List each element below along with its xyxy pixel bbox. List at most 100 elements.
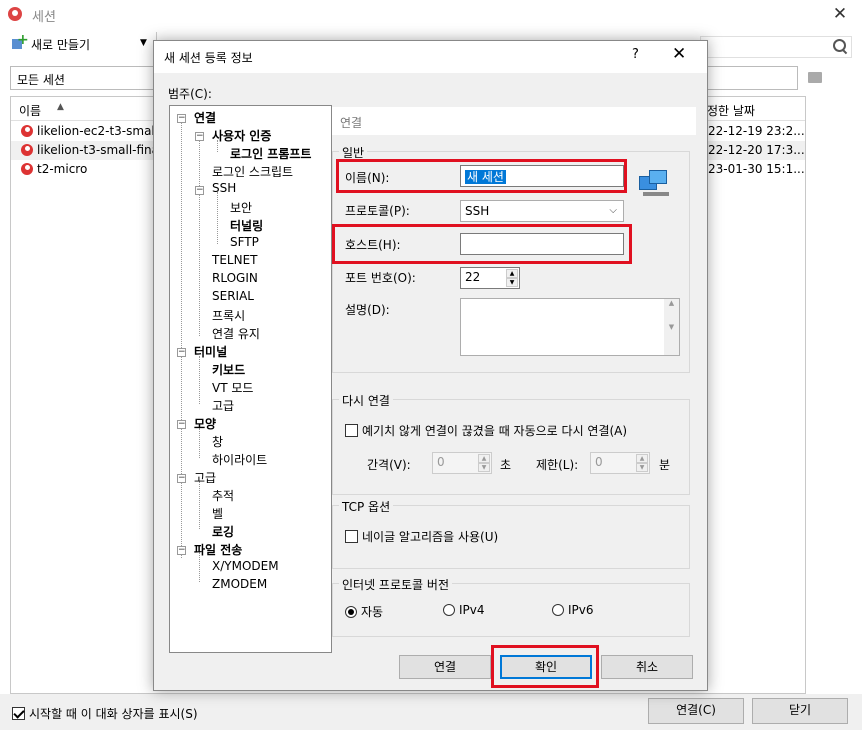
port-value: 22: [465, 270, 481, 284]
protocol-value: SSH: [465, 204, 490, 218]
help-icon[interactable]: ?: [632, 47, 639, 62]
new-dropdown-chevron-icon[interactable]: ▼: [140, 38, 147, 48]
tree-item-ssh[interactable]: SSH: [212, 181, 236, 195]
tree-item-highlight[interactable]: 하이라이트: [212, 451, 267, 468]
tree-item-security[interactable]: 보안: [230, 199, 252, 216]
auto-reconnect-label: 예기치 않게 연결이 끊겼을 때 자동으로 다시 연결(A): [362, 424, 628, 438]
tree-item-tunneling[interactable]: 터널링: [230, 217, 263, 234]
tree-item-file-transfer[interactable]: 파일 전송: [194, 541, 242, 558]
tree-item-vt-mode[interactable]: VT 모드: [212, 379, 253, 396]
collapse-icon[interactable]: −: [177, 114, 186, 123]
session-name: likelion-t3-small-finall: [37, 143, 166, 157]
collapse-icon[interactable]: −: [195, 186, 204, 195]
tree-item-xymodem[interactable]: X/YMODEM: [212, 559, 279, 573]
radio-selected-icon[interactable]: [345, 605, 357, 618]
tree-item-appearance[interactable]: 모양: [194, 415, 216, 432]
limit-down-icon[interactable]: ▼: [636, 463, 648, 472]
collapse-icon[interactable]: −: [177, 348, 186, 357]
tree-item-zmodem[interactable]: ZMODEM: [212, 577, 267, 591]
new-session-icon: [12, 32, 29, 51]
description-label: 설명(D):: [345, 303, 390, 317]
session-icon: [21, 163, 33, 175]
tree-item-window[interactable]: 창: [212, 433, 223, 450]
port-up-icon[interactable]: ▲: [506, 269, 518, 278]
limit-up-icon[interactable]: ▲: [636, 454, 648, 463]
session-date: 22-12-20 17:3...: [708, 143, 805, 157]
show-on-startup-checkbox[interactable]: 시작할 때 이 대화 상자를 표시(S): [12, 705, 198, 722]
ip-auto-label: 자동: [361, 605, 384, 619]
tree-item-sftp[interactable]: SFTP: [230, 235, 259, 249]
tree-item-bell[interactable]: 벨: [212, 505, 223, 522]
protocol-label: 프로토콜(P):: [345, 204, 410, 218]
tree-item-connection[interactable]: 연결: [194, 109, 216, 126]
app-logo-icon: [8, 7, 22, 21]
protocol-select[interactable]: SSH ⌵: [460, 200, 624, 222]
tree-item-rlogin[interactable]: RLOGIN: [212, 271, 258, 285]
sort-ascending-icon: ▲: [57, 102, 64, 112]
column-header-date[interactable]: 정한 날짜: [707, 102, 755, 119]
checkbox-checked-icon[interactable]: [12, 707, 25, 720]
ipv4-radio[interactable]: IPv4: [443, 603, 485, 617]
tree-item-keyboard[interactable]: 키보드: [212, 361, 245, 378]
new-session-button[interactable]: 새로 만들기: [12, 32, 91, 54]
session-search-input[interactable]: [700, 36, 852, 58]
checkbox-unchecked-icon[interactable]: [345, 530, 358, 543]
dialog-close-icon[interactable]: ✕: [672, 44, 686, 64]
interval-up-icon[interactable]: ▲: [478, 454, 490, 463]
ip-auto-radio[interactable]: 자동: [345, 603, 383, 620]
limit-unit: 분: [659, 458, 671, 472]
ipv6-radio[interactable]: IPv6: [552, 603, 594, 617]
window-close-icon[interactable]: ✕: [828, 2, 852, 26]
tree-item-login-script[interactable]: 로그인 스크립트: [212, 163, 293, 180]
tree-item-advanced[interactable]: 고급: [194, 469, 216, 486]
checkbox-unchecked-icon[interactable]: [345, 424, 358, 437]
tree-item-terminal[interactable]: 터미널: [194, 343, 227, 360]
dialog-connect-button[interactable]: 연결: [399, 655, 491, 679]
port-stepper[interactable]: 22 ▲ ▼: [460, 267, 520, 289]
port-down-icon[interactable]: ▼: [506, 278, 518, 287]
session-name: t2-micro: [37, 162, 88, 176]
tree-item-telnet[interactable]: TELNET: [212, 253, 258, 267]
port-label: 포트 번호(O):: [345, 271, 416, 285]
nagle-checkbox[interactable]: 네이글 알고리즘을 사용(U): [345, 528, 498, 545]
radio-unselected-icon[interactable]: [443, 604, 455, 616]
ipv4-label: IPv4: [459, 603, 485, 617]
interval-unit: 초: [500, 458, 512, 472]
collapse-icon[interactable]: −: [177, 474, 186, 483]
new-session-label: 새로 만들기: [31, 37, 91, 52]
close-button[interactable]: 닫기: [752, 698, 848, 724]
interval-stepper[interactable]: 0 ▲ ▼: [432, 452, 492, 474]
annotation-highlight-host: [332, 224, 632, 264]
tree-item-terminal-advanced[interactable]: 고급: [212, 397, 234, 414]
reconnect-group-title: 다시 연결: [339, 392, 393, 409]
tree-item-proxy[interactable]: 프록시: [212, 307, 245, 324]
section-header: 연결: [332, 107, 696, 135]
description-scrollbar[interactable]: ▲ ▼: [664, 299, 679, 355]
tree-item-serial[interactable]: SERIAL: [212, 289, 254, 303]
ipv6-label: IPv6: [568, 603, 594, 617]
tree-item-user-auth[interactable]: 사용자 인증: [212, 127, 271, 144]
folder-icon[interactable]: [808, 72, 822, 83]
tree-item-trace[interactable]: 추적: [212, 487, 234, 504]
tree-item-keep-alive[interactable]: 연결 유지: [212, 325, 260, 342]
tree-item-logging[interactable]: 로깅: [212, 523, 234, 540]
column-header-name[interactable]: 이름: [19, 102, 41, 119]
ip-version-group: 인터넷 프로토콜 버전 자동 IPv4 IPv6: [332, 576, 690, 637]
search-icon[interactable]: [832, 38, 848, 54]
category-label: 범주(C):: [168, 87, 212, 101]
limit-stepper[interactable]: 0 ▲ ▼: [590, 452, 650, 474]
auto-reconnect-checkbox[interactable]: 예기치 않게 연결이 끊겼을 때 자동으로 다시 연결(A): [345, 422, 627, 439]
session-icon: [21, 125, 33, 137]
reconnect-group: 다시 연결 예기치 않게 연결이 끊겼을 때 자동으로 다시 연결(A) 간격(…: [332, 392, 690, 495]
cancel-button[interactable]: 취소: [601, 655, 693, 679]
interval-down-icon[interactable]: ▼: [478, 463, 490, 472]
session-icon: [21, 144, 33, 156]
tree-item-login-prompt[interactable]: 로그인 프롬프트: [230, 145, 311, 162]
collapse-icon[interactable]: −: [177, 546, 186, 555]
description-field[interactable]: ▲ ▼: [460, 298, 680, 356]
radio-unselected-icon[interactable]: [552, 604, 564, 616]
collapse-icon[interactable]: −: [177, 420, 186, 429]
collapse-icon[interactable]: −: [195, 132, 204, 141]
tcp-options-title: TCP 옵션: [339, 498, 394, 515]
connect-button[interactable]: 연결(C): [648, 698, 744, 724]
